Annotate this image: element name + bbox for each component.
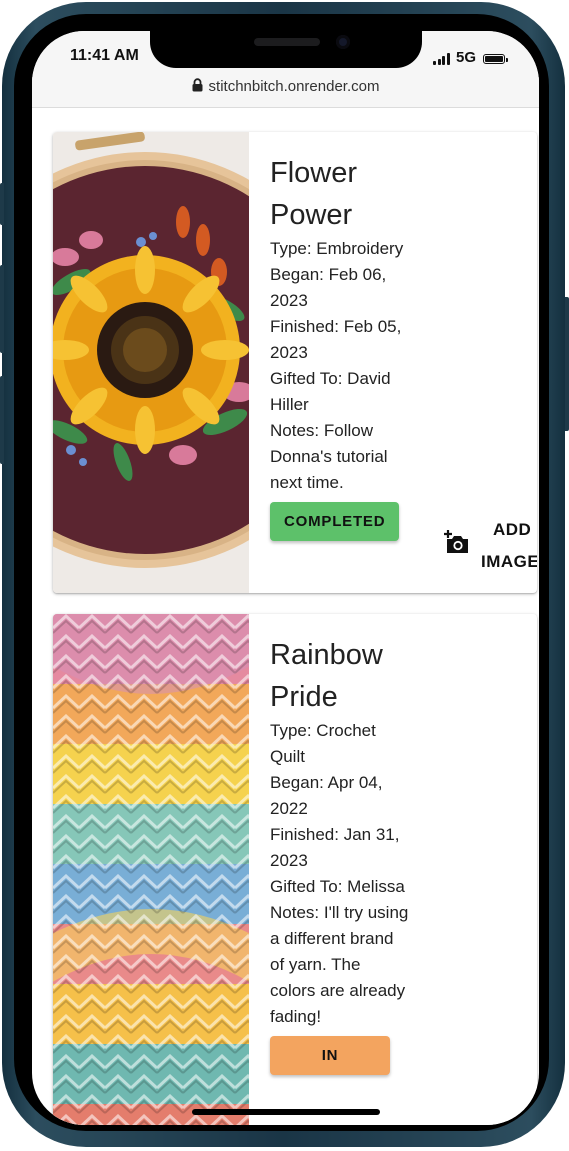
add-image-label: ADD bbox=[493, 520, 532, 539]
status-completed-button[interactable]: COMPLETED bbox=[270, 502, 400, 541]
project-finished-date: Finished: Feb 05, 2023 bbox=[270, 317, 402, 362]
project-gifted-to: Gifted To: Melissa bbox=[270, 877, 405, 896]
project-details: Rainbow Pride Type: Crochet Quilt Began:… bbox=[270, 634, 410, 1075]
project-title: Rainbow Pride bbox=[270, 639, 383, 713]
url-text: stitchnbitch.onrender.com bbox=[208, 78, 380, 95]
side-button-volume-down bbox=[0, 376, 4, 464]
earpiece-speaker bbox=[254, 38, 320, 46]
project-notes: Notes: Follow Donna's tutorial next time… bbox=[270, 421, 388, 492]
project-finished-date: Finished: Jan 31, 2023 bbox=[270, 825, 400, 870]
project-began-date: Began: Apr 04, 2022 bbox=[270, 773, 383, 818]
sunflower-embroidery-hoop-photo bbox=[53, 132, 249, 593]
side-button-power bbox=[565, 297, 569, 431]
add-image-button[interactable]: ADD IMAGE bbox=[443, 514, 537, 578]
front-camera bbox=[336, 35, 350, 49]
network-type: 5G bbox=[456, 49, 477, 66]
project-details: Flower Power Type: Embroidery Began: Feb… bbox=[270, 152, 410, 541]
add-image-label: IMAGE bbox=[481, 552, 537, 571]
project-type: Type: Embroidery bbox=[270, 239, 404, 258]
status-in-progress-button[interactable]: IN bbox=[270, 1036, 390, 1075]
lock-icon bbox=[192, 78, 203, 92]
project-title: Flower Power bbox=[270, 157, 358, 231]
side-button-silent bbox=[0, 183, 4, 225]
project-image bbox=[53, 132, 249, 593]
cellular-signal-icon bbox=[433, 53, 451, 65]
status-time: 11:41 AM bbox=[70, 47, 139, 64]
project-notes: Notes: I'll try using a different brand … bbox=[270, 903, 409, 1026]
phone-screen: 11:41 AM 5G stitchnbitch.onrender.com Fl… bbox=[32, 31, 539, 1125]
project-type: Type: Crochet Quilt bbox=[270, 721, 376, 766]
home-indicator[interactable] bbox=[192, 1109, 380, 1115]
project-began-date: Began: Feb 06, 2023 bbox=[270, 265, 387, 310]
address-bar[interactable]: stitchnbitch.onrender.com bbox=[32, 75, 539, 108]
add-photo-camera-icon bbox=[444, 530, 468, 553]
side-button-volume-up bbox=[0, 265, 4, 353]
battery-icon bbox=[483, 54, 508, 64]
project-card: Flower Power Type: Embroidery Began: Feb… bbox=[53, 132, 537, 593]
project-gifted-to: Gifted To: David Hiller bbox=[270, 369, 391, 414]
rainbow-crochet-blanket-photo bbox=[53, 614, 249, 1125]
project-image bbox=[53, 614, 249, 1125]
project-card: Rainbow Pride Type: Crochet Quilt Began:… bbox=[53, 614, 537, 1125]
notch bbox=[150, 31, 422, 68]
